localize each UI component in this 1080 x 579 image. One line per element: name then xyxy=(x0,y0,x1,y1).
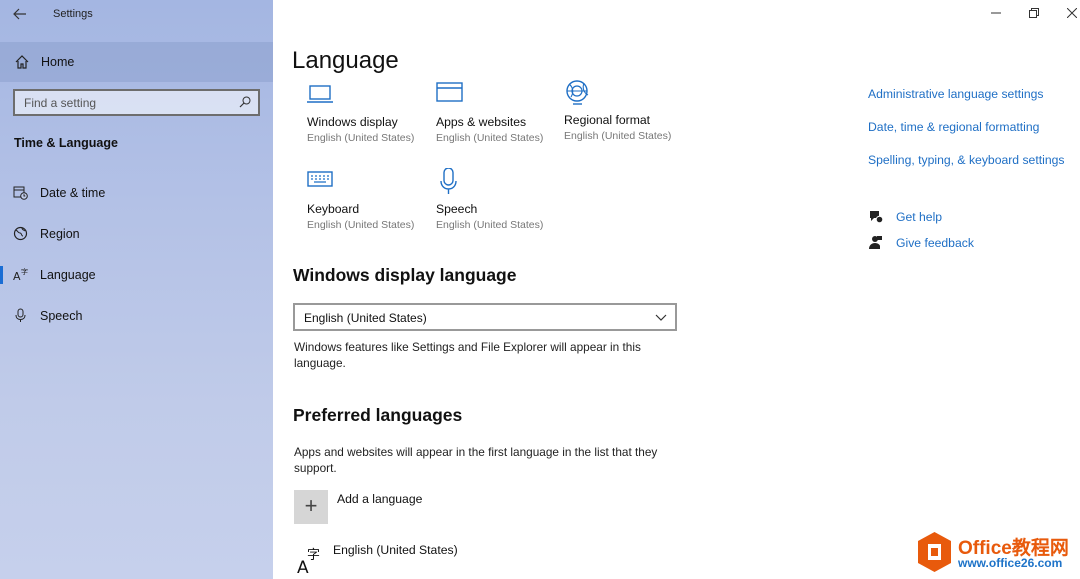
link-date-time-regional[interactable]: Date, time & regional formatting xyxy=(868,120,1039,134)
office-logo-icon xyxy=(918,532,951,572)
sidebar-item-home[interactable]: Home xyxy=(0,42,273,82)
display-language-dropdown[interactable]: English (United States) xyxy=(293,303,677,331)
tile-subtitle: English (United States) xyxy=(436,219,544,231)
add-language-label[interactable]: Add a language xyxy=(337,492,422,506)
display-language-description: Windows features like Settings and File … xyxy=(294,340,641,370)
tile-apps-websites[interactable]: Apps & websites English (United States) xyxy=(436,81,561,161)
sidebar-item-speech[interactable]: Speech xyxy=(0,299,273,333)
display-language-heading: Windows display language xyxy=(293,265,517,285)
preferred-languages-heading: Preferred languages xyxy=(293,405,463,425)
search-icon[interactable] xyxy=(239,96,251,108)
sidebar-item-label: Region xyxy=(40,227,80,241)
page-title: Language xyxy=(292,47,399,74)
tile-title: Apps & websites xyxy=(436,115,527,129)
back-button[interactable] xyxy=(10,6,30,24)
globe-icon xyxy=(13,226,28,241)
title-bar: Settings xyxy=(0,0,273,30)
tile-title: Regional format xyxy=(564,113,651,127)
sidebar-item-date-time[interactable]: Date & time xyxy=(0,176,273,210)
svg-text:字: 字 xyxy=(21,267,28,276)
sidebar-item-label: Home xyxy=(41,55,75,69)
language-glyph-icon: A字 xyxy=(297,545,323,578)
chevron-down-icon xyxy=(655,314,667,321)
sidebar-item-label: Speech xyxy=(40,309,83,323)
tile-keyboard[interactable]: Keyboard English (United States) xyxy=(307,168,432,248)
chat-help-icon xyxy=(870,211,883,224)
selection-indicator xyxy=(0,266,3,284)
tile-regional-format[interactable]: Regional format English (United States) xyxy=(564,79,689,159)
preferred-languages-description: Apps and websites will appear in the fir… xyxy=(294,445,658,475)
language-list-item[interactable]: English (United States) xyxy=(333,543,458,557)
dropdown-value: English (United States) xyxy=(304,311,427,325)
restore-icon xyxy=(1029,8,1039,18)
link-admin-language-settings[interactable]: Administrative language settings xyxy=(868,87,1043,101)
tile-subtitle: English (United States) xyxy=(307,132,415,144)
sidebar-item-region[interactable]: Region xyxy=(0,217,273,251)
search-input[interactable] xyxy=(15,91,235,114)
clock-calendar-icon xyxy=(13,186,28,200)
tile-title: Speech xyxy=(436,202,478,216)
microphone-icon xyxy=(15,308,26,322)
tile-windows-display[interactable]: Windows display English (United States) xyxy=(307,81,432,161)
watermark: Office教程网 www.office26.com xyxy=(916,531,1076,575)
plus-icon: + xyxy=(304,493,318,518)
browser-window-icon xyxy=(436,82,463,102)
close-icon xyxy=(1066,7,1078,19)
tile-subtitle: English (United States) xyxy=(307,219,415,231)
language-icon: A字 xyxy=(13,267,28,282)
link-spelling-typing-keyboard[interactable]: Spelling, typing, & keyboard settings xyxy=(868,153,1064,167)
watermark-url: www.office26.com xyxy=(958,556,1063,570)
feedback-person-icon xyxy=(869,236,882,249)
restore-button[interactable] xyxy=(1024,5,1044,23)
svg-text:A: A xyxy=(13,270,21,282)
sidebar-item-label: Language xyxy=(40,268,96,282)
add-language-button[interactable]: + xyxy=(294,490,328,524)
tile-title: Windows display xyxy=(307,115,398,129)
back-arrow-icon xyxy=(13,8,26,20)
microphone-icon xyxy=(440,168,457,194)
sidebar-item-language[interactable]: A字 Language xyxy=(0,258,273,292)
home-icon xyxy=(15,55,29,69)
search-box[interactable] xyxy=(13,89,260,116)
sidebar-item-label: Date & time xyxy=(40,186,106,200)
section-title: Time & Language xyxy=(14,136,118,150)
minimize-icon xyxy=(991,12,1001,14)
tile-speech[interactable]: Speech English (United States) xyxy=(436,168,561,248)
keyboard-icon xyxy=(307,171,333,187)
laptop-icon xyxy=(307,85,333,103)
sidebar: Settings Home Time & Language Date & tim… xyxy=(0,0,273,579)
get-help-label[interactable]: Get help xyxy=(896,210,942,224)
app-title: Settings xyxy=(53,8,93,20)
svg-text:字: 字 xyxy=(307,548,320,563)
close-button[interactable] xyxy=(1062,5,1080,23)
give-feedback-label[interactable]: Give feedback xyxy=(896,236,974,250)
globe-format-icon xyxy=(566,80,589,105)
tile-subtitle: English (United States) xyxy=(436,132,544,144)
minimize-button[interactable] xyxy=(986,5,1006,23)
tile-subtitle: English (United States) xyxy=(564,130,672,142)
tile-title: Keyboard xyxy=(307,202,360,216)
